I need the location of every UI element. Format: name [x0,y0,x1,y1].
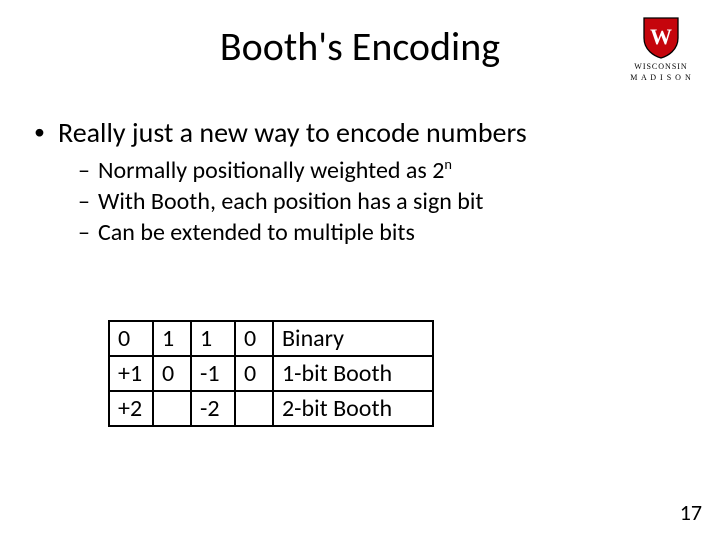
sub-bullet-2-text: Can be extended to multiple bits [98,218,415,247]
bullet-dot-icon: • [34,115,58,149]
cell: 1-bit Booth [273,356,433,391]
slide: Booth's Encoding W WISCONSIN M A D I S O… [0,0,720,540]
sub-bullet-0: – Normally positionally weighted as 2n [78,156,686,185]
sub-bullets: – Normally positionally weighted as 2n –… [78,156,686,247]
cell: -1 [191,356,235,391]
cell: 0 [235,356,273,391]
cell: +2 [109,391,153,426]
dash-icon: – [78,187,98,216]
cell: -2 [191,391,235,426]
cell [153,391,191,426]
sub-bullet-0-text: Normally positionally weighted as 2n [98,156,452,185]
cell: 0 [109,321,153,356]
table-row: +1 0 -1 0 1-bit Booth [109,356,433,391]
encoding-table: 0 1 1 0 Binary +1 0 -1 0 1-bit Booth +2 … [108,320,434,427]
cell: 1 [153,321,191,356]
cell [235,391,273,426]
cell: +1 [109,356,153,391]
page-number: 17 [680,499,702,526]
cell: 1 [191,321,235,356]
sub-bullet-2: – Can be extended to multiple bits [78,218,686,247]
crest-icon: W [640,14,682,60]
cell: 0 [153,356,191,391]
logo-text-top: WISCONSIN [626,62,696,71]
dash-icon: – [78,156,98,185]
sub-bullet-1: – With Booth, each position has a sign b… [78,187,686,216]
university-logo: W WISCONSIN M A D I S O N [626,14,696,82]
bullet-main-text: Really just a new way to encode numbers [58,115,527,150]
slide-body: • Really just a new way to encode number… [34,115,686,249]
slide-title: Booth's Encoding [0,22,720,71]
table-row: 0 1 1 0 Binary [109,321,433,356]
svg-text:W: W [650,24,672,49]
logo-text-bottom: M A D I S O N [626,73,696,82]
bullet-main: • Really just a new way to encode number… [34,115,686,150]
cell: 0 [235,321,273,356]
cell: 2-bit Booth [273,391,433,426]
cell: Binary [273,321,433,356]
sub-bullet-1-text: With Booth, each position has a sign bit [98,187,483,216]
table-row: +2 -2 2-bit Booth [109,391,433,426]
dash-icon: – [78,218,98,247]
encoding-table-wrap: 0 1 1 0 Binary +1 0 -1 0 1-bit Booth +2 … [108,320,434,427]
